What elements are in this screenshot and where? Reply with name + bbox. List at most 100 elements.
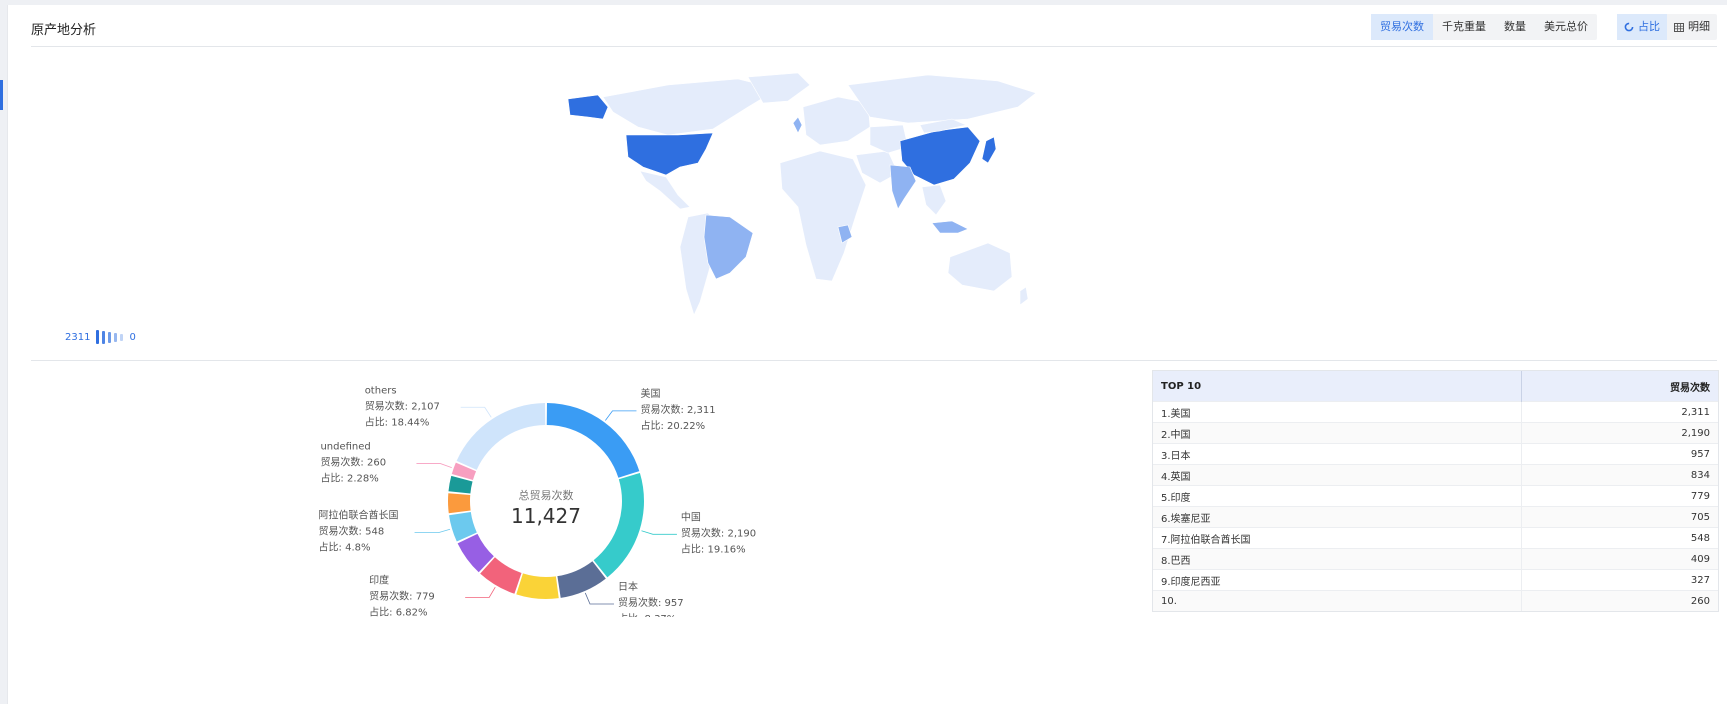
map-region-japan[interactable]: [981, 136, 997, 164]
world-map: [548, 67, 1048, 329]
map-region-australia[interactable]: [947, 242, 1013, 292]
donut-label-line: [414, 528, 451, 534]
donut-label-line: [416, 463, 452, 468]
table-cell-value: 548: [1521, 527, 1718, 549]
map-region-alaska[interactable]: [567, 94, 609, 120]
table-row[interactable]: 5.印度 779: [1153, 485, 1718, 507]
donut-slice[interactable]: [448, 493, 471, 514]
table-cell-name: 4.英国: [1153, 464, 1522, 486]
map-region-canada[interactable]: [602, 78, 779, 136]
scale-max-label: 2311: [65, 331, 91, 343]
scale-bar: [114, 332, 118, 342]
donut-label-line: [465, 586, 496, 598]
donut-label-value: 贸易次数: 260: [320, 456, 386, 469]
donut-label-pct: 占比: 6.82%: [369, 606, 427, 617]
map-region-europe[interactable]: [802, 96, 871, 146]
donut-label-value: 贸易次数: 548: [319, 525, 385, 538]
donut-label-name: 美国: [640, 387, 660, 400]
table-row[interactable]: 6.埃塞尼亚 705: [1153, 506, 1718, 528]
map-scale-legend: 2311 0: [65, 330, 136, 344]
donut-label-name: 日本: [618, 580, 638, 593]
top10-table: TOP 10 贸易次数 1.美国 2,311 2.中国 2,190 3.日本 957 4.英…: [1152, 370, 1719, 612]
table-row[interactable]: 4.英国 834: [1153, 464, 1718, 486]
donut-slice[interactable]: [546, 403, 640, 478]
table-cell-name: 3.日本: [1153, 443, 1522, 465]
table-cell-name: 5.印度: [1153, 485, 1522, 507]
panel-header: 原产地分析 贸易次数 千克重量 数量 美元总价 占比 明细: [8, 5, 1727, 47]
table-row[interactable]: 10. 260: [1153, 590, 1718, 611]
map-region-usa[interactable]: [625, 132, 714, 176]
donut-label-value: 贸易次数: 957: [618, 596, 684, 609]
donut-label-pct: 占比: 4.8%: [319, 541, 371, 554]
top10-table-grid: TOP 10 贸易次数 1.美国 2,311 2.中国 2,190 3.日本 957 4.英…: [1153, 371, 1718, 611]
table-cell-name: 7.阿拉伯联合酋长国: [1153, 527, 1522, 549]
section-divider: [31, 360, 1717, 361]
table-cell-value: 409: [1521, 548, 1718, 570]
table-row[interactable]: 9.印度尼西亚 327: [1153, 569, 1718, 591]
map-region-mexico[interactable]: [639, 170, 691, 210]
tab-detail-label: 明细: [1688, 20, 1710, 33]
table-row[interactable]: 2.中国 2,190: [1153, 422, 1718, 444]
map-region-brazil[interactable]: [703, 214, 754, 280]
map-region-new-zealand[interactable]: [1019, 286, 1029, 306]
donut-slice[interactable]: [593, 472, 644, 578]
scale-bar: [102, 330, 106, 344]
table-row[interactable]: 1.美国 2,311: [1153, 401, 1718, 423]
scale-bar: [120, 333, 124, 341]
donut-label-pct: 占比: 2.28%: [320, 472, 378, 485]
donut-chart: 美国 贸易次数: 2,311 占比: 20.22% 中国 贸易次数: 2,190 占比: …: [301, 377, 791, 625]
scale-bars[interactable]: [96, 330, 124, 344]
map-region-indonesia[interactable]: [931, 220, 969, 234]
donut-label-line: [605, 410, 637, 421]
donut-label-line: [584, 592, 614, 605]
table-cell-name: 9.印度尼西亚: [1153, 569, 1522, 591]
donut-chart-svg: 美国贸易次数: 2,311 占比: 20.22% 中国贸易次数: 2,190 占比: …: [319, 385, 757, 625]
left-nav-indicator: [0, 80, 3, 110]
donut-slice[interactable]: [557, 561, 606, 598]
map-region-india[interactable]: [889, 164, 917, 210]
tab-ratio-view[interactable]: 占比: [1617, 14, 1667, 40]
donut-label-value: 贸易次数: 2,190: [681, 526, 756, 539]
col-header-value[interactable]: 贸易次数: [1521, 371, 1718, 402]
table-cell-value: 327: [1521, 569, 1718, 591]
table-row[interactable]: 8.巴西 409: [1153, 548, 1718, 570]
tab-usd-total[interactable]: 美元总价: [1535, 14, 1597, 40]
donut-slice[interactable]: [516, 573, 559, 599]
table-cell-name: 10.: [1153, 590, 1522, 611]
scale-bar: [108, 331, 112, 343]
donut-label-name: 印度: [369, 574, 389, 587]
view-tabs: 占比 明细: [1617, 14, 1717, 40]
donut-label-name: others: [365, 385, 397, 396]
donut-label-pct: 占比: 8.37%: [618, 612, 676, 617]
donut-label-pct: 占比: 19.16%: [681, 542, 746, 555]
metric-tabs: 贸易次数 千克重量 数量 美元总价: [1371, 14, 1597, 40]
donut-center-label: 总贸易次数: [519, 488, 574, 502]
donut-label-line: [460, 406, 492, 418]
origin-analysis-panel: 原产地分析 贸易次数 千克重量 数量 美元总价 占比 明细 2311 0 美国 …: [7, 5, 1727, 704]
tab-quantity[interactable]: 数量: [1495, 14, 1535, 40]
table-cell-name: 6.埃塞尼亚: [1153, 506, 1522, 528]
table-cell-value: 260: [1521, 590, 1718, 611]
map-region-southeast-asia[interactable]: [921, 184, 947, 216]
page-title: 原产地分析: [31, 23, 97, 38]
tab-detail-view[interactable]: 明细: [1667, 14, 1717, 40]
table-cell-name: 1.美国: [1153, 401, 1522, 423]
table-cell-value: 834: [1521, 464, 1718, 486]
map-region-uk[interactable]: [792, 116, 803, 134]
col-header-name[interactable]: TOP 10: [1153, 371, 1522, 402]
table-cell-value: 957: [1521, 443, 1718, 465]
donut-label-value: 贸易次数: 2,107: [365, 399, 440, 412]
tab-weight-kg[interactable]: 千克重量: [1433, 14, 1495, 40]
table-row[interactable]: 3.日本 957: [1153, 443, 1718, 465]
donut-label-pct: 占比: 20.22%: [640, 419, 705, 432]
table-cell-value: 779: [1521, 485, 1718, 507]
table-cell-value: 705: [1521, 506, 1718, 528]
donut-center-value: 11,427: [511, 504, 581, 528]
map-region-russia[interactable]: [847, 74, 1037, 124]
tab-ratio-label: 占比: [1638, 20, 1660, 33]
donut-slice[interactable]: [456, 403, 546, 470]
map-region-africa[interactable]: [779, 150, 867, 282]
tab-trade-count[interactable]: 贸易次数: [1371, 14, 1433, 40]
table-row[interactable]: 7.阿拉伯联合酋长国 548: [1153, 527, 1718, 549]
donut-label-name: 阿拉伯联合酋长国: [319, 509, 399, 522]
